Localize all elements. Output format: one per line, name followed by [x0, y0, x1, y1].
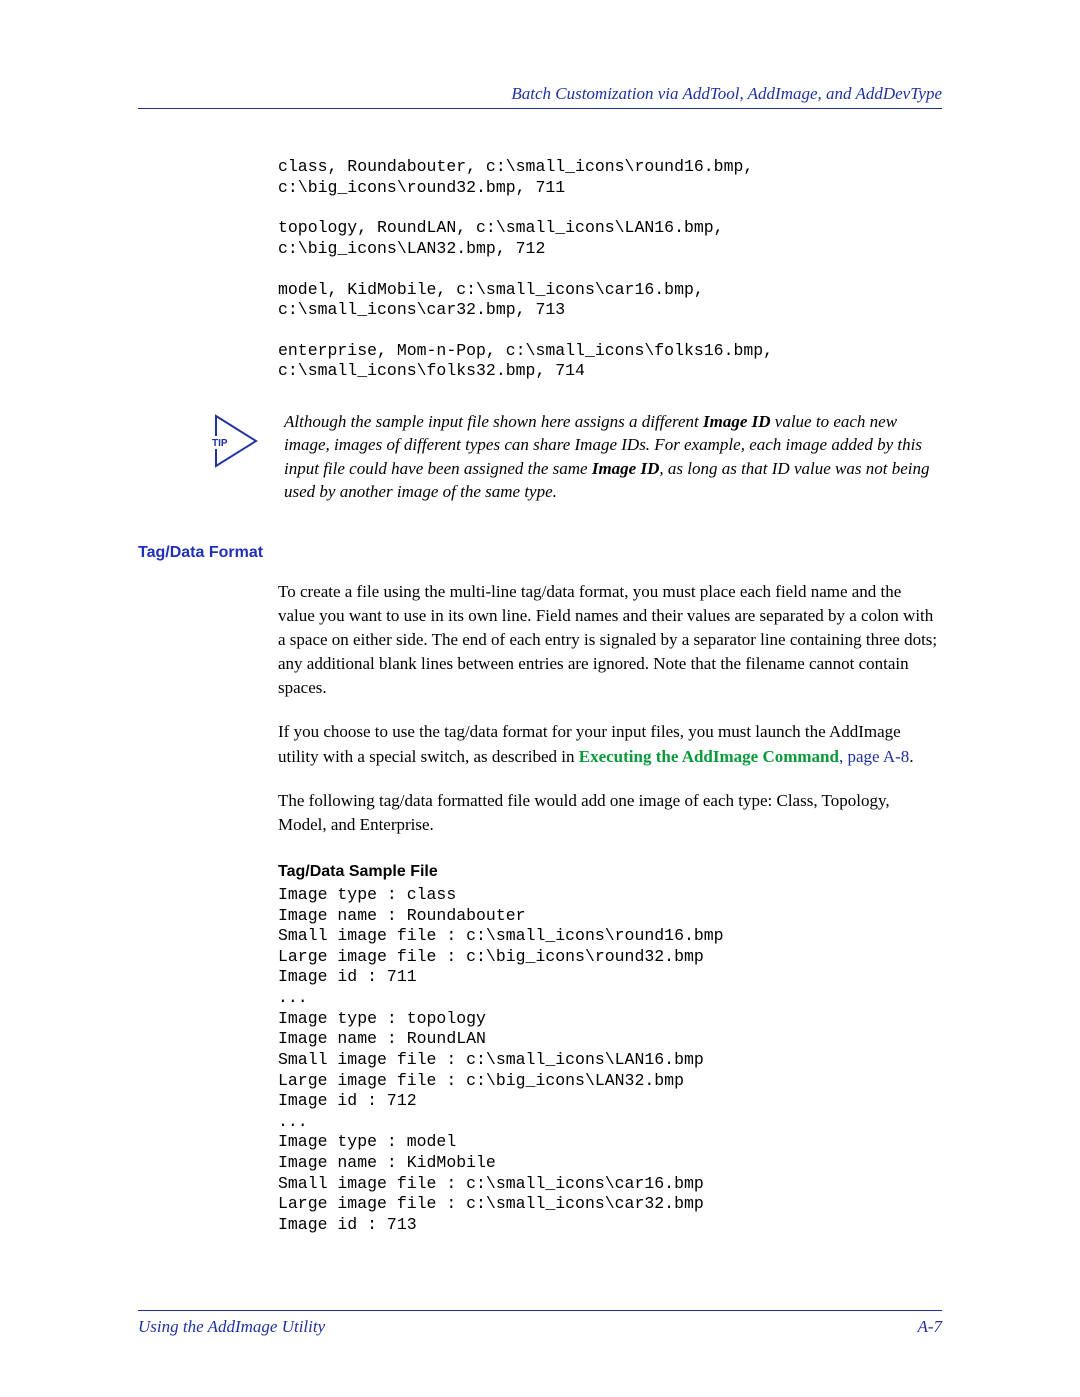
tip-pre: Although the sample input file shown her… [284, 412, 703, 431]
code-line: class, Roundabouter, c:\small_icons\roun… [278, 157, 942, 198]
code-block-area: class, Roundabouter, c:\small_icons\roun… [278, 157, 942, 382]
cross-ref-link[interactable]: Executing the AddImage Command [579, 747, 839, 766]
page-footer: Using the AddImage Utility A-7 [138, 1310, 942, 1337]
paragraph: If you choose to use the tag/data format… [278, 720, 942, 768]
tip-label-text: TIP [212, 438, 228, 449]
paragraph: To create a file using the multi-line ta… [278, 580, 942, 701]
sample-code-block: Image type : class Image name : Roundabo… [278, 885, 942, 1236]
header-title: Batch Customization via AddTool, AddImag… [138, 84, 942, 104]
p2-post: . [909, 747, 913, 766]
footer-left: Using the AddImage Utility [138, 1317, 325, 1337]
tip-icon: TIP [208, 410, 266, 475]
tip-text: Although the sample input file shown her… [284, 410, 942, 504]
code-line: topology, RoundLAN, c:\small_icons\LAN16… [278, 218, 942, 259]
page-header: Batch Customization via AddTool, AddImag… [138, 84, 942, 109]
footer-page-number: A-7 [917, 1317, 942, 1337]
paragraph: The following tag/data formatted file wo… [278, 789, 942, 837]
code-line: model, KidMobile, c:\small_icons\car16.b… [278, 280, 942, 321]
tip-bold1: Image ID [703, 412, 771, 431]
tip-bold2: Image ID [592, 459, 660, 478]
page-container: Batch Customization via AddTool, AddImag… [0, 0, 1080, 1397]
tip-callout: TIP Although the sample input file shown… [208, 410, 942, 504]
code-line: enterprise, Mom-n-Pop, c:\small_icons\fo… [278, 341, 942, 382]
section-body: To create a file using the multi-line ta… [278, 580, 942, 1236]
page-ref[interactable]: page A-8 [847, 747, 909, 766]
sample-file-heading: Tag/Data Sample File [278, 863, 942, 881]
section-heading: Tag/Data Format [138, 544, 942, 562]
